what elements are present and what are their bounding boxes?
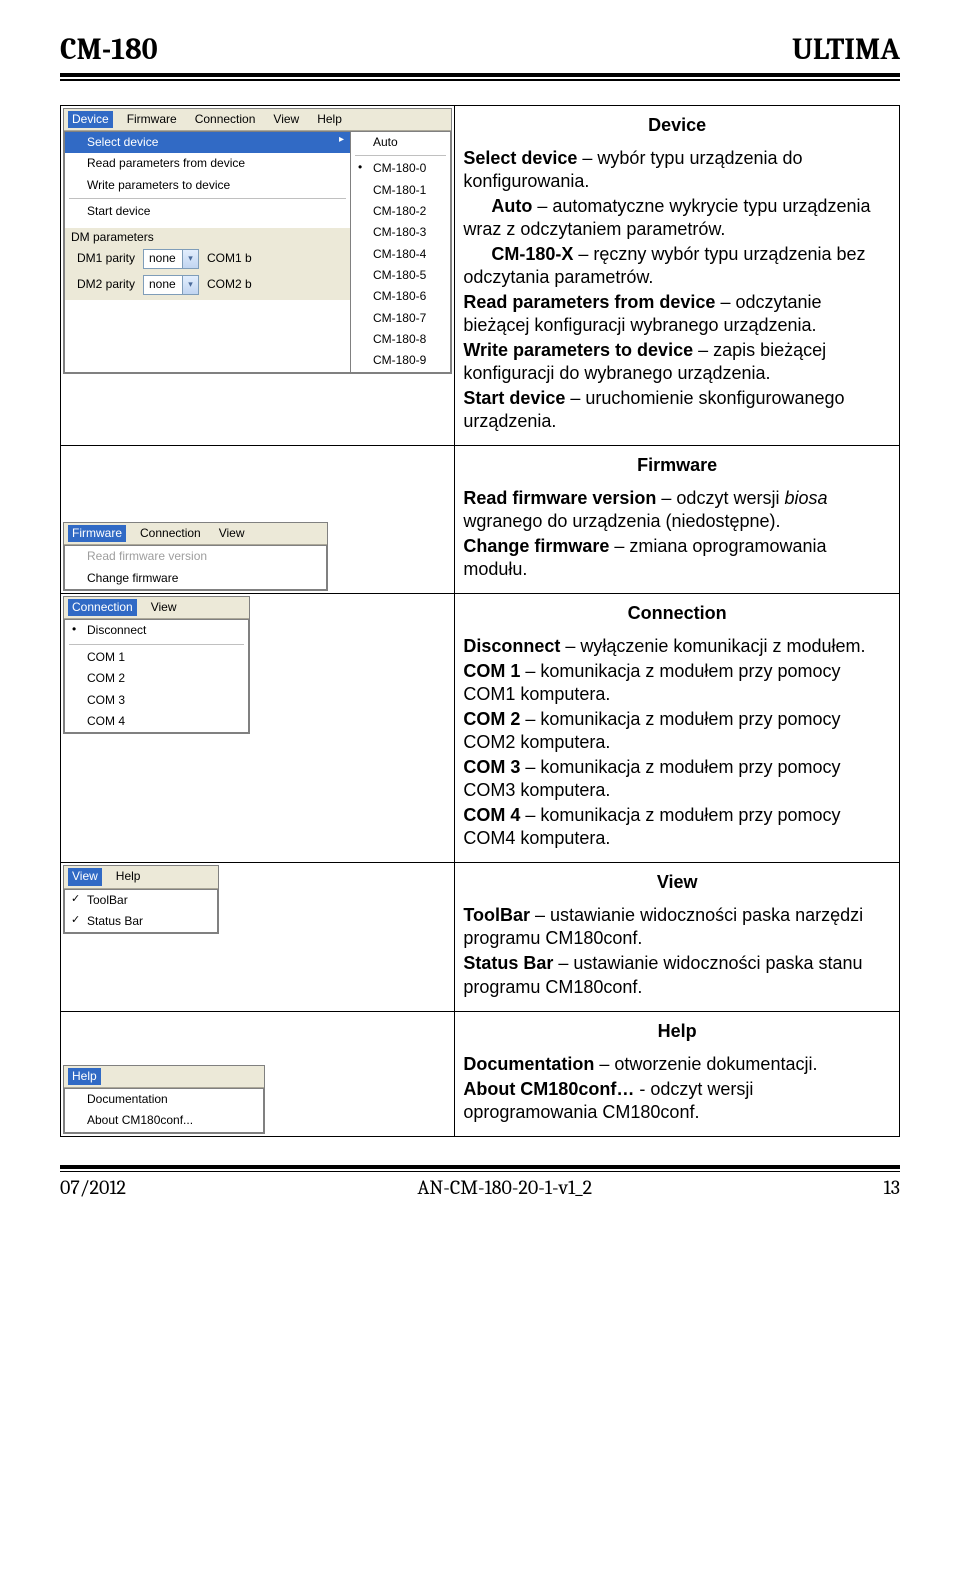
firmware-title: Firmware xyxy=(463,454,891,477)
menu-com2[interactable]: COM 2 xyxy=(65,668,248,689)
menu-select-device[interactable]: Select device xyxy=(65,132,350,153)
dm2-parity-label: DM2 parity xyxy=(77,277,139,292)
opt-auto[interactable]: Auto xyxy=(351,132,450,153)
menu-read-parameters[interactable]: Read parameters from device xyxy=(65,153,350,174)
menubar-view[interactable]: View xyxy=(215,525,249,542)
b-statusbar: Status Bar xyxy=(463,953,553,973)
screenshot-help-menu: Help Documentation About CM180conf... xyxy=(63,1065,265,1134)
b-about: About CM180conf… xyxy=(463,1079,634,1099)
t-com2: – komunikacja z modułem przy pomocy COM2… xyxy=(463,709,840,752)
footer-rule-thick xyxy=(60,1165,900,1169)
dm1-com-label: COM1 b xyxy=(207,251,252,266)
menu-separator xyxy=(355,155,446,156)
b-com2: COM 2 xyxy=(463,709,520,729)
footer-page: 13 xyxy=(884,1176,900,1199)
connection-title: Connection xyxy=(463,602,891,625)
dm-parameters-label: DM parameters xyxy=(71,230,344,245)
screenshot-firmware-menu: Firmware Connection View Read firmware v… xyxy=(63,522,328,591)
menubar-view[interactable]: View xyxy=(68,868,102,885)
menu-separator xyxy=(69,644,244,645)
b-startdevice: Start device xyxy=(463,388,565,408)
b-readfw: Read firmware version xyxy=(463,488,656,508)
menubar-connection[interactable]: Connection xyxy=(68,599,137,616)
device-title: Device xyxy=(463,114,891,137)
footer-rule-thin xyxy=(60,1171,900,1173)
dm2-parity-combo[interactable]: none▾ xyxy=(143,275,199,295)
b-com1: COM 1 xyxy=(463,661,520,681)
dm2-com-label: COM2 b xyxy=(207,277,252,292)
screenshot-view-menu: View Help ToolBar Status Bar xyxy=(63,865,219,934)
screenshot-connection-menu: Connection View Disconnect COM 1 COM 2 C… xyxy=(63,596,250,734)
menu-toolbar[interactable]: ToolBar xyxy=(65,890,217,911)
menubar-help[interactable]: Help xyxy=(112,868,145,885)
opt-cm1801[interactable]: CM-180-1 xyxy=(351,180,450,201)
dm1-parity-combo[interactable]: none▾ xyxy=(143,249,199,269)
b-toolbar: ToolBar xyxy=(463,905,530,925)
b-com3: COM 3 xyxy=(463,757,520,777)
opt-cm1803[interactable]: CM-180-3 xyxy=(351,222,450,243)
menu-write-parameters[interactable]: Write parameters to device xyxy=(65,175,350,196)
menubar-view[interactable]: View xyxy=(269,111,303,128)
help-title: Help xyxy=(463,1020,891,1043)
t-documentation: – otworzenie dokumentacji. xyxy=(594,1054,817,1074)
t-readfw2: wgranego do urządzenia (niedostępne). xyxy=(463,511,780,531)
opt-cm1805[interactable]: CM-180-5 xyxy=(351,265,450,286)
menubar-device[interactable]: Device xyxy=(68,111,113,128)
b-select-device: Select device xyxy=(463,148,577,168)
menu-com1[interactable]: COM 1 xyxy=(65,647,248,668)
header-left: CM-180 xyxy=(60,32,158,67)
chevron-down-icon: ▾ xyxy=(182,250,198,268)
opt-cm1809[interactable]: CM-180-9 xyxy=(351,350,450,371)
menu-statusbar[interactable]: Status Bar xyxy=(65,911,217,932)
menubar-connection[interactable]: Connection xyxy=(136,525,205,542)
header-rule-thin xyxy=(60,79,900,81)
menubar-firmware[interactable]: Firmware xyxy=(123,111,181,128)
b-writeparams: Write parameters to device xyxy=(463,340,693,360)
b-documentation: Documentation xyxy=(463,1054,594,1074)
menubar-view[interactable]: View xyxy=(147,599,181,616)
opt-cm1806[interactable]: CM-180-6 xyxy=(351,286,450,307)
header-right: ULTIMA xyxy=(792,32,900,67)
menubar-firmware[interactable]: Firmware xyxy=(68,525,126,542)
opt-cm1808[interactable]: CM-180-8 xyxy=(351,329,450,350)
menubar-connection[interactable]: Connection xyxy=(191,111,260,128)
opt-cm1802[interactable]: CM-180-2 xyxy=(351,201,450,222)
chevron-down-icon: ▾ xyxy=(182,276,198,294)
menu-separator xyxy=(69,198,346,199)
menu-com3[interactable]: COM 3 xyxy=(65,690,248,711)
menubar-help[interactable]: Help xyxy=(68,1068,101,1085)
b-auto: Auto xyxy=(491,196,532,216)
menu-about[interactable]: About CM180conf... xyxy=(65,1110,263,1131)
menubar-help[interactable]: Help xyxy=(313,111,346,128)
b-com4: COM 4 xyxy=(463,805,520,825)
menu-start-device[interactable]: Start device xyxy=(65,201,350,222)
menu-disconnect[interactable]: Disconnect xyxy=(65,620,248,641)
b-disconnect: Disconnect xyxy=(463,636,560,656)
i-biosa: biosa xyxy=(784,488,827,508)
footer-left: 07/2012 xyxy=(60,1176,126,1199)
t-readfw1: – odczyt wersji xyxy=(656,488,784,508)
t-com3: – komunikacja z modułem przy pomocy COM3… xyxy=(463,757,840,800)
dm1-parity-label: DM1 parity xyxy=(77,251,139,266)
screenshot-device-menu: Device Firmware Connection View Help Sel… xyxy=(63,108,452,374)
t-com1: – komunikacja z modułem przy pomocy COM1… xyxy=(463,661,840,704)
b-changefw: Change firmware xyxy=(463,536,609,556)
menu-read-firmware-version: Read firmware version xyxy=(65,546,326,567)
header-rule-thick xyxy=(60,73,900,77)
menu-documentation[interactable]: Documentation xyxy=(65,1089,263,1110)
b-readparams: Read parameters from device xyxy=(463,292,715,312)
t-com4: – komunikacja z modułem przy pomocy COM4… xyxy=(463,805,840,848)
view-title: View xyxy=(463,871,891,894)
menu-change-firmware[interactable]: Change firmware xyxy=(65,568,326,589)
opt-cm1800[interactable]: CM-180-0 xyxy=(351,158,450,179)
menu-com4[interactable]: COM 4 xyxy=(65,711,248,732)
footer-center: AN-CM-180-20-1-v1_2 xyxy=(417,1176,592,1199)
opt-cm1807[interactable]: CM-180-7 xyxy=(351,308,450,329)
b-cm180x: CM-180-X xyxy=(491,244,573,264)
t-disconnect: – wyłączenie komunikacji z modułem. xyxy=(560,636,865,656)
opt-cm1804[interactable]: CM-180-4 xyxy=(351,244,450,265)
